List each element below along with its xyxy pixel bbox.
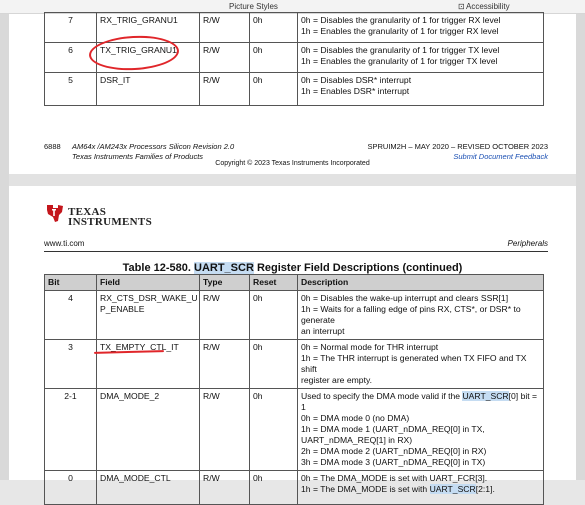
bit-cell: 2-1	[44, 388, 97, 471]
accessibility-tab[interactable]: Accessibility	[466, 2, 510, 11]
description-line: Used to specify the DMA mode valid if th…	[301, 391, 540, 413]
description-line: 0h = Normal mode for THR interrupt	[301, 342, 439, 352]
description-cell: 0h = Disables the wake-up interrupt and …	[297, 290, 544, 340]
reset-cell: 0h	[249, 388, 298, 471]
description-line: register are empty.	[301, 375, 373, 385]
desc-text: Used to specify the DMA mode valid if th…	[301, 391, 463, 401]
description-cell: Used to specify the DMA mode valid if th…	[297, 388, 544, 471]
caption-suffix: Register Field Descriptions (continued)	[253, 262, 463, 274]
description-line: 0h = Disables the wake-up interrupt and …	[301, 293, 509, 303]
bit-cell: 7	[44, 12, 97, 43]
description-line: 0h = DMA mode 0 (no DMA)	[301, 413, 410, 423]
logo-wordmark: TEXAS INSTRUMENTS	[68, 207, 152, 228]
description-line: 1h = DMA mode 1 (UART_nDMA_REQ[0] in TX,	[301, 424, 485, 434]
texas-instruments-logo-icon	[47, 205, 63, 222]
table-caption: Table 12-580. UART_SCR Register Field De…	[0, 262, 585, 274]
description-line: UART_nDMA_REQ[1] in RX)	[301, 435, 413, 445]
logo-line-2: INSTRUMENTS	[68, 216, 152, 228]
field-line: RX_CTS_DSR_WAKE_U	[100, 293, 198, 303]
table-row: 5 DSR_IT R/W 0h 0h = Disables DSR* inter…	[44, 72, 544, 106]
description-line: 1h = Enables DSR* interrupt	[301, 86, 410, 96]
header-reset: Reset	[249, 274, 298, 291]
description-line: an interrupt	[301, 326, 345, 336]
description-cell: 0h = Disables DSR* interrupt 1h = Enable…	[297, 72, 544, 106]
table-row: 3 TX_EMPTY_CTL_IT R/W 0h 0h = Normal mod…	[44, 339, 544, 389]
desc-text: 1h = The DMA_MODE is set with	[301, 484, 430, 494]
header-field: Field	[96, 274, 200, 291]
bit-cell: 5	[44, 72, 97, 106]
description-line: 0h = Disables the granularity of 1 for t…	[301, 15, 501, 25]
caption-register-name: UART_SCR	[194, 262, 254, 274]
description-line: 2h = DMA mode 2 (UART_nDMA_REQ[0] in RX)	[301, 446, 487, 456]
table-row: 4 RX_CTS_DSR_WAKE_U P_ENABLE R/W 0h 0h =…	[44, 290, 544, 340]
reset-cell: 0h	[249, 339, 298, 389]
description-cell: 0h = Disables the granularity of 1 for t…	[297, 42, 544, 73]
header-type: Type	[199, 274, 250, 291]
description-line: 1h = The DMA_MODE is set with UART_SCR[2…	[301, 484, 540, 495]
type-cell: R/W	[199, 388, 250, 471]
reset-cell: 0h	[249, 42, 298, 73]
field-cell: DSR_IT	[96, 72, 200, 106]
header-description: Description	[297, 274, 544, 291]
field-cell: DMA_MODE_2	[96, 388, 200, 471]
type-cell: R/W	[199, 470, 250, 505]
table-row: 0 DMA_MODE_CTL R/W 0h 0h = The DMA_MODE …	[44, 470, 544, 505]
page-number: 6888	[44, 142, 61, 151]
description-cell: 0h = Disables the granularity of 1 for t…	[297, 12, 544, 43]
reset-cell: 0h	[249, 290, 298, 340]
register-name-highlight: UART_SCR	[429, 484, 476, 494]
section-title: Peripherals	[507, 239, 548, 248]
site-url: www.ti.com	[44, 239, 85, 248]
copyright: Copyright © 2023 Texas Instruments Incor…	[215, 160, 370, 167]
type-cell: R/W	[199, 339, 250, 389]
type-cell: R/W	[199, 72, 250, 106]
description-line: 0h = Disables DSR* interrupt	[301, 75, 412, 85]
doc-id: SPRUIM2H – MAY 2020 – REVISED OCTOBER 20…	[367, 142, 549, 151]
field-cell: RX_CTS_DSR_WAKE_U P_ENABLE	[96, 290, 200, 340]
table-row: 2-1 DMA_MODE_2 R/W 0h Used to specify th…	[44, 388, 544, 471]
type-cell: R/W	[199, 290, 250, 340]
description-cell: 0h = Normal mode for THR interrupt 1h = …	[297, 339, 544, 389]
reset-cell: 0h	[249, 12, 298, 43]
type-cell: R/W	[199, 12, 250, 43]
header-rule	[44, 251, 548, 252]
description-line: 3h = DMA mode 3 (UART_nDMA_REQ[0] in TX)	[301, 457, 486, 467]
reset-cell: 0h	[249, 72, 298, 106]
description-line: 1h = Enables the granularity of 1 for tr…	[301, 56, 498, 66]
type-cell: R/W	[199, 42, 250, 73]
field-line: P_ENABLE	[100, 304, 145, 314]
description-line: 1h = Enables the granularity of 1 for tr…	[301, 26, 499, 36]
field-cell: TX_EMPTY_CTL_IT	[96, 339, 200, 389]
table-header-row: Bit Field Type Reset Description	[44, 274, 544, 291]
description-line: 0h = The DMA_MODE is set with UART_FCR[3…	[301, 473, 488, 483]
description-line: 1h = The THR interrupt is generated when…	[301, 353, 527, 374]
description-cell: 0h = The DMA_MODE is set with UART_FCR[3…	[297, 470, 544, 505]
desc-text: [2:1].	[475, 484, 495, 494]
description-line: 0h = Disables the granularity of 1 for t…	[301, 45, 500, 55]
header-bit: Bit	[44, 274, 97, 291]
caption-prefix: Table 12-580.	[122, 262, 194, 274]
accessibility-icon: ⊡	[458, 2, 465, 11]
bit-cell: 0	[44, 470, 97, 505]
page-separator	[9, 174, 576, 186]
scroll-gutter-right	[576, 14, 585, 480]
bit-cell: 4	[44, 290, 97, 340]
field-cell: DMA_MODE_CTL	[96, 470, 200, 505]
bit-cell: 3	[44, 339, 97, 389]
reset-cell: 0h	[249, 470, 298, 505]
doc-title: AM64x /AM243x Processors Silicon Revisio…	[72, 142, 235, 151]
scroll-gutter-left	[0, 14, 9, 480]
register-name-highlight: UART_SCR	[462, 391, 509, 401]
picture-styles-tab[interactable]: Picture Styles	[229, 2, 278, 11]
description-line: 1h = Waits for a falling edge of pins RX…	[301, 304, 521, 325]
register-field-table: Bit Field Type Reset Description 4 RX_CT…	[44, 274, 544, 505]
